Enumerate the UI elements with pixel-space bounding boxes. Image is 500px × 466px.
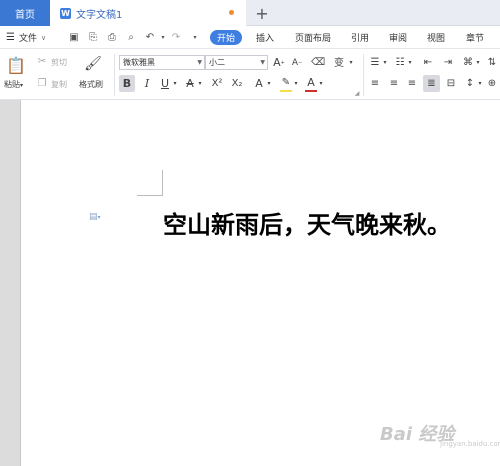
highlight-icon[interactable]: ✎	[279, 75, 293, 90]
chevron-down-icon[interactable]: ▾	[382, 58, 388, 66]
paste-label: 粘贴	[4, 80, 20, 89]
grow-font-button[interactable]: A +	[273, 56, 285, 69]
increase-indent-icon[interactable]: ⇥	[441, 56, 455, 69]
cut-icon[interactable]: ✂	[36, 55, 48, 67]
font-name-value: 微软雅黑	[123, 58, 155, 67]
undo-icon[interactable]: ↶	[144, 31, 156, 43]
margin-corner-mark	[137, 170, 163, 196]
hamburger-icon: ☰	[6, 32, 15, 43]
chevron-down-icon[interactable]: ▾	[318, 79, 324, 87]
grow-font-icon: A	[273, 56, 281, 69]
chevron-down-icon[interactable]: ▾	[475, 58, 481, 66]
left-gutter	[0, 100, 21, 466]
menu-tab-references[interactable]: 引用	[351, 30, 369, 45]
menu-tab-sections[interactable]: 章节	[466, 30, 484, 45]
clear-format-icon[interactable]: ⌫	[311, 56, 325, 69]
writer-doc-icon: W	[60, 7, 71, 19]
chevron-down-icon: ▼	[197, 59, 202, 66]
copy-button[interactable]: 复制	[51, 79, 67, 90]
ribbon-toolbar: 📋 粘贴▾ ✂ 剪切 ❐ 复制 🖌 格式刷 微软雅黑 ▼ 小二 ▼ A + A − …	[0, 49, 500, 100]
line-spacing-icon[interactable]: ↕	[463, 76, 477, 91]
baidu-watermark-url: jingyan.baidu.com	[440, 440, 500, 448]
menu-tab-view[interactable]: 视图	[427, 30, 445, 45]
menu-tab-start[interactable]: 开始	[210, 30, 243, 45]
decrease-indent-icon[interactable]: ⇤	[421, 56, 435, 69]
underline-button[interactable]: U	[158, 75, 172, 92]
paragraph-shading-icon[interactable]: ⊕	[486, 76, 498, 91]
align-right-icon[interactable]: ≡	[405, 76, 419, 91]
chevron-down-icon[interactable]: ▾	[477, 79, 483, 87]
chevron-down-icon: ▼	[260, 59, 265, 66]
document-body-text[interactable]: 空山新雨后，天气晚来秋。	[163, 205, 451, 240]
font-size-select[interactable]: 小二 ▼	[205, 55, 268, 70]
format-painter-icon[interactable]: 🖌	[84, 54, 102, 74]
shrink-font-button[interactable]: A −	[291, 56, 303, 69]
bold-button[interactable]: B	[119, 75, 135, 92]
align-left-icon[interactable]: ≡	[368, 76, 382, 91]
subscript-button[interactable]: X₂	[228, 75, 246, 92]
cut-button[interactable]: 剪切	[51, 57, 67, 68]
document-canvas[interactable]	[0, 100, 500, 466]
chevron-down-icon[interactable]: ▾	[293, 79, 299, 87]
new-tab-button[interactable]: +	[254, 2, 270, 24]
highlight-color-bar	[280, 90, 292, 92]
font-color-button[interactable]: A	[304, 75, 318, 90]
ribbon-separator	[363, 54, 364, 96]
tab-home[interactable]: 首页	[0, 0, 50, 26]
font-size-value: 小二	[209, 58, 225, 67]
undo-dropdown-icon[interactable]: ▾	[157, 31, 169, 43]
save-icon[interactable]: ▣	[68, 31, 80, 43]
copy-icon[interactable]: ❐	[36, 77, 48, 89]
more-dropdown-icon[interactable]: ▾	[189, 31, 201, 43]
distributed-align-icon[interactable]: ⊟	[444, 76, 458, 91]
chevron-down-icon[interactable]: ▾	[407, 58, 413, 66]
paste-button[interactable]: 粘贴▾	[4, 79, 23, 90]
tab-document[interactable]: W 文字文稿1	[50, 0, 246, 26]
sort-icon[interactable]: ⇅	[486, 56, 498, 69]
superscript-button[interactable]: X²	[208, 75, 226, 92]
chevron-down-icon[interactable]: ▾	[348, 58, 354, 66]
font-color-bar	[305, 90, 317, 92]
unsaved-indicator-icon	[229, 10, 234, 15]
chevron-down-icon[interactable]: ▾	[172, 79, 178, 87]
export-pdf-icon[interactable]: ⎘	[87, 31, 99, 43]
bullet-list-icon[interactable]: ☰	[368, 56, 382, 69]
chevron-down-icon: ∨	[40, 33, 47, 42]
tab-document-title: 文字文稿1	[76, 9, 123, 21]
align-center-icon[interactable]: ≡	[387, 76, 401, 91]
chevron-down-icon[interactable]: ▾	[197, 79, 203, 87]
font-name-select[interactable]: 微软雅黑 ▼	[119, 55, 205, 70]
menu-bar: ☰ 文件 ∨ ▣ ⎘ ⎙ ⌕ ↶ ▾ ↷ ▾ 开始 插入 页面布局 引用 审阅 …	[0, 26, 500, 49]
tab-bar: 首页 W 文字文稿1 +	[0, 0, 500, 26]
menu-tab-insert[interactable]: 插入	[256, 30, 274, 45]
redo-icon[interactable]: ↷	[170, 31, 182, 43]
font-dialog-launcher-icon[interactable]: ◢	[353, 89, 361, 97]
file-menu-label: 文件	[18, 34, 37, 44]
paragraph-layout-icon[interactable]: ▤▾	[89, 212, 101, 222]
tab-home-label: 首页	[15, 9, 35, 21]
print-icon[interactable]: ⎙	[106, 31, 118, 43]
text-effect-button[interactable]: A	[252, 75, 266, 92]
format-painter-button[interactable]: 格式刷	[79, 79, 103, 90]
strikethrough-button[interactable]: A	[183, 75, 197, 92]
chinese-layout-icon[interactable]: ⌘	[461, 56, 475, 69]
phonetic-guide-button[interactable]: 变	[332, 54, 346, 69]
italic-button[interactable]: I	[140, 75, 154, 92]
menu-tab-review[interactable]: 审阅	[389, 30, 407, 45]
print-preview-icon[interactable]: ⌕	[125, 31, 137, 43]
ribbon-separator	[114, 54, 115, 96]
menu-tab-page-layout[interactable]: 页面布局	[295, 30, 331, 45]
chevron-down-icon[interactable]: ▾	[266, 79, 272, 87]
numbered-list-icon[interactable]: ☷	[393, 56, 407, 69]
paste-icon[interactable]: 📋	[5, 54, 27, 76]
phonetic-guide-icon: 变	[334, 58, 344, 69]
justify-icon[interactable]: ≣	[423, 75, 440, 92]
file-menu[interactable]: ☰ 文件 ∨	[6, 30, 46, 45]
